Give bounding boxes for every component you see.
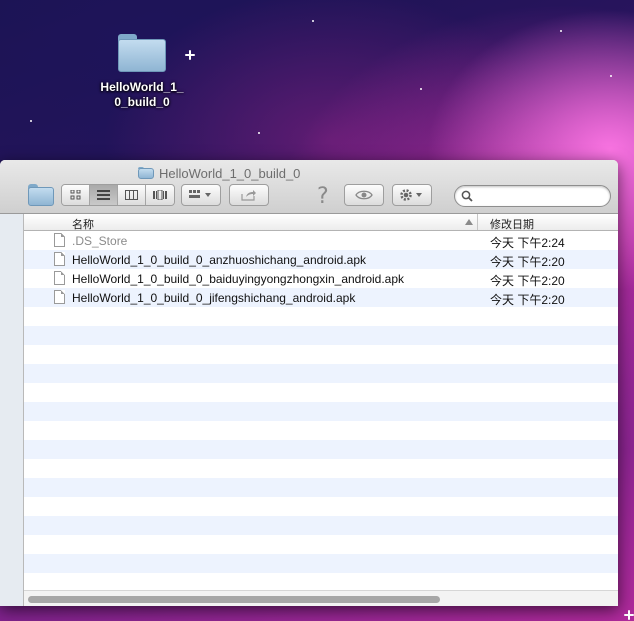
list-view-button[interactable] xyxy=(90,185,118,205)
eye-icon xyxy=(355,190,373,200)
action-button[interactable] xyxy=(392,184,432,206)
list-view-icon xyxy=(97,190,110,200)
gear-icon xyxy=(400,189,422,201)
desktop-folder-item[interactable]: HelloWorld_1_ 0_build_0 xyxy=(90,34,194,110)
horizontal-scrollbar[interactable] xyxy=(24,590,618,606)
empty-row xyxy=(24,535,618,554)
scrollbar-thumb[interactable] xyxy=(28,596,440,603)
file-date: 今天 下午2:20 xyxy=(490,255,565,269)
arrange-icon xyxy=(189,190,211,198)
arrange-button[interactable] xyxy=(181,184,221,206)
file-row[interactable]: HelloWorld_1_0_build_0_anzhuoshichang_an… xyxy=(24,250,618,269)
icon-view-icon xyxy=(70,190,80,200)
view-mode-selector xyxy=(61,184,175,206)
sidebar xyxy=(0,214,24,606)
quick-look-button[interactable] xyxy=(344,184,384,206)
file-list: 名称 修改日期 .DS_Store 今天 下午2:24 HelloWorld_1… xyxy=(24,214,618,606)
star xyxy=(420,88,422,90)
icon-view-button[interactable] xyxy=(62,185,90,205)
star xyxy=(610,75,612,77)
folder-icon xyxy=(138,166,154,180)
finder-window: HelloWorld_1_0_build_0 ? 名称 修改日期 .DS_Sto… xyxy=(0,160,618,606)
file-name: HelloWorld_1_0_build_0_jifengshichang_an… xyxy=(72,291,356,305)
svg-text:?: ? xyxy=(317,184,329,206)
file-rows: .DS_Store 今天 下午2:24 HelloWorld_1_0_build… xyxy=(24,231,618,591)
search-field[interactable] xyxy=(454,185,611,207)
name-column-header[interactable]: 名称 xyxy=(72,216,94,232)
sort-ascending-icon xyxy=(465,219,473,225)
empty-row xyxy=(24,478,618,497)
column-view-button[interactable] xyxy=(118,185,146,205)
cover-flow-icon xyxy=(153,190,167,200)
window-title-text: HelloWorld_1_0_build_0 xyxy=(159,165,301,181)
file-date: 今天 下午2:20 xyxy=(490,274,565,288)
empty-row xyxy=(24,326,618,345)
window-titlebar[interactable]: HelloWorld_1_0_build_0 ? xyxy=(0,160,618,214)
file-name: HelloWorld_1_0_build_0_anzhuoshichang_an… xyxy=(72,253,366,267)
file-name: HelloWorld_1_0_build_0_baiduyingyongzhon… xyxy=(72,272,405,286)
date-column-header[interactable]: 修改日期 xyxy=(490,216,534,232)
window-title: HelloWorld_1_0_build_0 xyxy=(138,165,300,181)
empty-row xyxy=(24,307,618,326)
empty-row xyxy=(24,345,618,364)
document-icon xyxy=(54,290,65,304)
star xyxy=(30,120,32,122)
help-icon[interactable]: ? xyxy=(314,184,332,209)
file-date: 今天 下午2:20 xyxy=(490,293,565,307)
file-row[interactable]: HelloWorld_1_0_build_0_jifengshichang_an… xyxy=(24,288,618,307)
star xyxy=(312,20,314,22)
cover-flow-button[interactable] xyxy=(146,185,174,205)
search-input[interactable] xyxy=(475,188,603,204)
empty-row xyxy=(24,364,618,383)
file-date: 今天 下午2:24 xyxy=(490,236,565,250)
empty-row xyxy=(24,402,618,421)
column-header: 名称 修改日期 xyxy=(24,214,618,231)
empty-row xyxy=(24,421,618,440)
star xyxy=(560,30,562,32)
empty-row xyxy=(24,459,618,478)
file-name: .DS_Store xyxy=(72,234,128,248)
sparkle xyxy=(624,610,634,620)
column-view-icon xyxy=(125,190,138,200)
share-button[interactable] xyxy=(229,184,269,206)
empty-row xyxy=(24,440,618,459)
share-icon xyxy=(241,190,256,201)
file-row[interactable]: HelloWorld_1_0_build_0_baiduyingyongzhon… xyxy=(24,269,618,288)
star xyxy=(258,132,260,134)
folder-icon[interactable] xyxy=(28,184,54,206)
empty-row xyxy=(24,516,618,535)
document-icon xyxy=(54,271,65,285)
document-icon xyxy=(54,233,65,247)
empty-row xyxy=(24,383,618,402)
file-row[interactable]: .DS_Store 今天 下午2:24 xyxy=(24,231,618,250)
document-icon xyxy=(54,252,65,266)
desktop-folder-label: HelloWorld_1_ 0_build_0 xyxy=(100,80,184,109)
folder-icon xyxy=(118,34,166,72)
search-icon xyxy=(461,190,473,202)
empty-row xyxy=(24,554,618,573)
empty-row xyxy=(24,497,618,516)
column-divider[interactable] xyxy=(477,214,478,230)
